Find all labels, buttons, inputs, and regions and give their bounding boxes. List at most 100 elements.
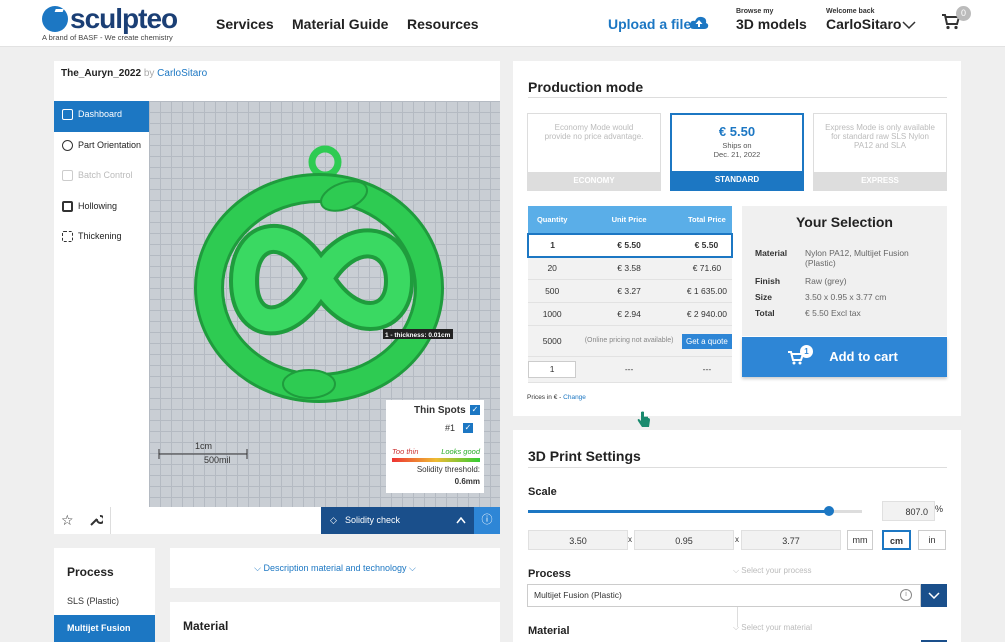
qty-cell: 1: [526, 233, 577, 258]
unit-cm-button[interactable]: cm: [882, 530, 911, 550]
wrench-icon[interactable]: [89, 513, 103, 527]
upload-file-link[interactable]: Upload a file: [608, 16, 691, 32]
threshold-value: 0.6mm: [454, 477, 480, 486]
table-row[interactable]: 1000 € 2.94 € 2 940.00: [528, 302, 732, 326]
thin-spots-title: Thin Spots: [414, 405, 466, 416]
size-key: Size: [755, 292, 773, 302]
nav-services[interactable]: Services: [216, 16, 274, 32]
sidebar-item-thickening[interactable]: Thickening: [54, 223, 149, 254]
scale-slider-handle[interactable]: [823, 506, 834, 516]
express-mode-label: EXPRESS: [814, 172, 946, 190]
sidebar-item-hollowing[interactable]: Hollowing: [54, 193, 149, 224]
prices-in-label: Prices in € -: [527, 394, 562, 401]
nav-material-guide[interactable]: Material Guide: [292, 16, 388, 32]
material-section-title: Material: [183, 619, 229, 633]
express-mode-text: Express Mode is only available for stand…: [825, 123, 935, 150]
brand-name[interactable]: sculpteo: [70, 3, 178, 35]
scale-label: Scale: [528, 486, 557, 498]
standard-mode-label: STANDARD: [672, 171, 802, 189]
viewer-sidebar: Dashboard Part Orientation Batch Control…: [54, 101, 149, 507]
ship-date: Dec. 21, 2022: [713, 150, 761, 159]
sculpteo-logo-icon[interactable]: [42, 6, 68, 32]
scale-mil-label: 500mil: [204, 455, 231, 465]
scale-unit: %: [935, 504, 944, 514]
threshold-label: Solidity threshold:: [416, 465, 480, 474]
solidity-check-label: Solidity check: [345, 515, 401, 525]
add-to-cart-button[interactable]: 1 Add to cart: [742, 337, 947, 377]
brand-tagline: A brand of BASF - We create chemistry: [42, 33, 173, 42]
material-hint: ⌵ Select your material: [733, 623, 812, 632]
user-menu[interactable]: CarloSitaro: [826, 16, 901, 32]
table-row[interactable]: 20 € 3.58 € 71.60: [528, 256, 732, 281]
total-key: Total: [755, 308, 775, 318]
economy-mode-text: Economy Mode would provide no price adva…: [544, 123, 644, 141]
browse-caption: Browse my: [736, 8, 774, 15]
economy-mode-option: Economy Mode would provide no price adva…: [527, 113, 661, 191]
finish-key: Finish: [755, 276, 781, 286]
total-cell: ---: [681, 356, 732, 383]
compass-icon: [62, 139, 73, 151]
process-item-sls[interactable]: SLS (Plastic): [67, 596, 119, 606]
sidebar-item-dashboard[interactable]: Dashboard: [54, 101, 149, 132]
info-icon[interactable]: i: [900, 589, 912, 601]
thin-spots-panel: Thin Spots ✓ #1 ✓ Too thin Looks good So…: [386, 400, 484, 493]
qty-cell: 1000: [528, 302, 577, 326]
scale-percent-input[interactable]: 807.0: [882, 501, 935, 521]
table-row[interactable]: 1 € 5.50 € 5.50: [526, 233, 734, 258]
chevron-down-icon[interactable]: [902, 21, 916, 30]
title-underline: [528, 97, 947, 98]
nav-3d-models[interactable]: 3D models: [736, 16, 807, 32]
unit-cell: € 3.27: [576, 279, 682, 303]
cloud-upload-icon[interactable]: [689, 15, 709, 31]
top-header: sculpteo A brand of BASF - We create che…: [0, 0, 1005, 47]
custom-quantity-input[interactable]: 1: [528, 360, 577, 378]
process-hint: ⌵ Select your process: [733, 566, 812, 575]
qty-cell: 1: [528, 356, 577, 383]
model-author-link[interactable]: CarloSitaro: [157, 68, 207, 79]
title-underline: [528, 467, 947, 468]
help-icon[interactable]: ⓘ: [474, 507, 500, 534]
unit-cell: (Online pricing not available): [576, 325, 682, 357]
get-quote-button[interactable]: Get a quote: [682, 333, 732, 349]
unit-in-button[interactable]: in: [918, 530, 946, 550]
solidity-check-button[interactable]: ◇ Solidity check: [321, 507, 474, 534]
size-value: 3.50 x 0.95 x 3.77 cm: [805, 292, 887, 302]
dimension-x-input[interactable]: 3.50: [528, 530, 628, 550]
production-mode-title: Production mode: [528, 79, 644, 95]
thin-spots-checkbox[interactable]: ✓: [470, 405, 480, 415]
sidebar-item-part-orientation[interactable]: Part Orientation: [54, 132, 149, 163]
change-currency-link[interactable]: Change: [563, 394, 586, 401]
process-select[interactable]: Multijet Fusion (Plastic): [527, 584, 921, 607]
process-select-toggle[interactable]: [921, 584, 947, 607]
sidebar-item-label: Part Orientation: [78, 139, 142, 150]
qty-cell: 20: [528, 256, 577, 281]
description-toggle[interactable]: ⌵ Description material and technology ⌵: [170, 548, 500, 588]
material-hint-text: Select your material: [741, 623, 812, 632]
table-row[interactable]: 500 € 3.27 € 1 635.00: [528, 279, 732, 303]
material-key: Material: [755, 248, 788, 258]
finish-value: Raw (grey): [805, 276, 847, 286]
dimension-separator: x: [735, 535, 739, 544]
total-cell: € 1 635.00: [681, 279, 732, 303]
sidebar-item-label: Thickening: [78, 231, 122, 241]
quantity-price-table: Quantity Unit Price Total Price 1 € 5.50…: [526, 206, 734, 383]
star-icon[interactable]: ☆: [61, 512, 74, 529]
standard-mode-option[interactable]: € 5.50 Ships on Dec. 21, 2022 STANDARD: [670, 113, 804, 191]
process-filter-panel: Process SLS (Plastic) Multijet Fusion: [54, 548, 155, 642]
model-title-bar: The_Auryn_2022 by CarloSitaro: [54, 61, 500, 101]
scale-slider-track[interactable]: [528, 506, 862, 516]
spot-item-checkbox[interactable]: ✓: [463, 423, 473, 433]
nav-resources[interactable]: Resources: [407, 16, 479, 32]
by-label: by: [143, 68, 155, 79]
total-cell: Get a quote: [681, 325, 732, 357]
dimension-z-input[interactable]: 3.77: [741, 530, 841, 550]
unit-cell: € 5.50: [576, 233, 682, 258]
solidity-gradient-bar: [392, 458, 480, 462]
process-item-mjf[interactable]: Multijet Fusion: [54, 615, 155, 642]
sidebar-item-label: Hollowing: [78, 200, 118, 211]
col-total-price: Total Price: [681, 206, 732, 234]
dimension-y-input[interactable]: 0.95: [634, 530, 734, 550]
description-link[interactable]: ⌵ Description material and technology ⌵: [170, 563, 500, 574]
total-value: € 5.50 Excl tax: [805, 308, 861, 318]
unit-mm-button[interactable]: mm: [847, 530, 873, 550]
